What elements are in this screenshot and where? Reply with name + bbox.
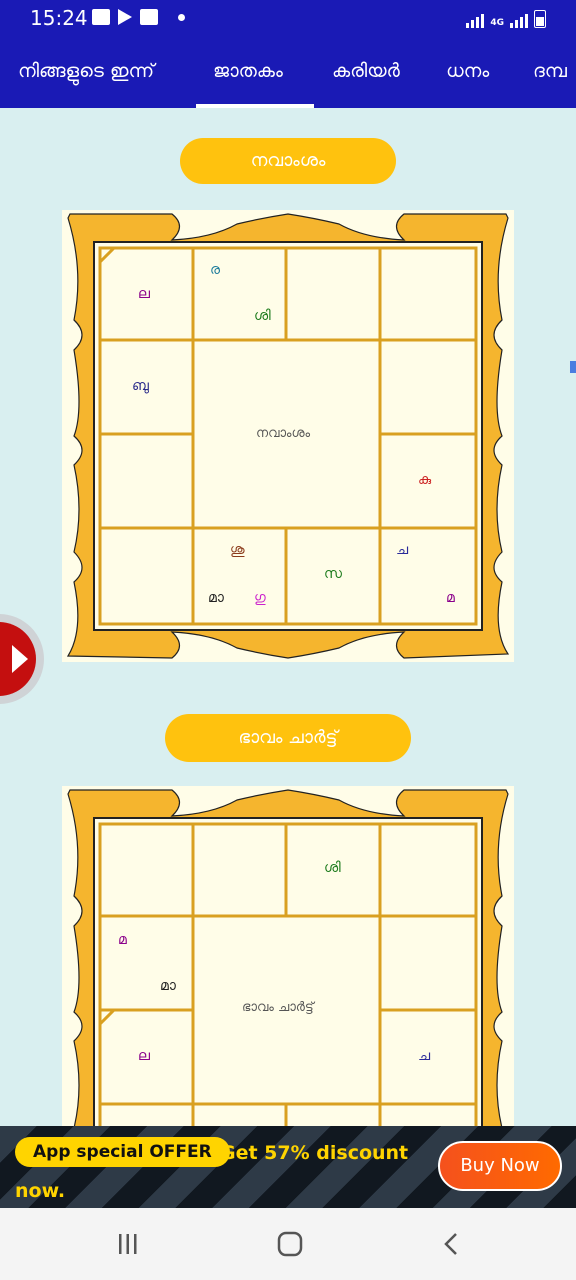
tab-bar: നിങ്ങളുടെ ഇന്ന് ജാതകം കരിയർ ധനം ദമ്പ: [0, 36, 576, 108]
chart1-planet-moon: ച: [396, 542, 409, 558]
chart2-planet-saturn: ശി: [324, 860, 341, 876]
chart1-planet-ascendant: ല: [138, 286, 150, 302]
chart1-planet-mandi: മാ: [208, 590, 224, 606]
battery-icon: [534, 10, 546, 28]
chart1-planet-gulika: മ: [446, 590, 455, 606]
offer-badge: App special OFFER: [15, 1137, 230, 1167]
chart2-planet-gulika: മ: [118, 932, 127, 948]
navamsa-heading: നവാംശം: [180, 138, 396, 184]
home-icon[interactable]: [276, 1228, 304, 1260]
youtube-icon: [140, 9, 158, 25]
chart2-planet-mandi: മാ: [160, 978, 176, 994]
back-icon[interactable]: [440, 1228, 464, 1260]
discount-text: Get 57% discount: [220, 1142, 409, 1164]
floating-play-button[interactable]: [0, 612, 52, 706]
discount-text-line2: now.: [15, 1180, 66, 1202]
scroll-edge-marker: [570, 361, 576, 373]
navamsa-chart: ല ര ശി ബു കു ശു മാ ഗു സ ച മ നവാംശം: [62, 210, 514, 662]
system-icons: 4G: [466, 10, 546, 28]
chart1-planet-sun: സ: [324, 566, 342, 582]
buy-now-button[interactable]: Buy Now: [438, 1141, 562, 1191]
tab-career[interactable]: കരിയർ: [332, 60, 400, 82]
signal-icon: [466, 14, 485, 28]
chart2-frame-graphic: [62, 786, 514, 1126]
chart1-planet-jupiter: ഗു: [254, 590, 266, 606]
tab-today[interactable]: നിങ്ങളുടെ ഇന്ന്: [18, 60, 154, 82]
offer-banner: App special OFFER Get 57% discount now. …: [0, 1126, 576, 1208]
selected-tab-indicator: [196, 104, 314, 108]
play-icon: [0, 614, 44, 704]
notification-icons: [92, 9, 158, 25]
gallery-icon: [92, 9, 110, 25]
status-time: 15:24: [30, 6, 88, 30]
signal-icon-2: [510, 14, 528, 28]
chart1-planet-mercury: ബു: [132, 378, 149, 394]
chart1-planet-venus: ശു: [230, 542, 245, 558]
tab-horoscope[interactable]: ജാതകം: [213, 60, 283, 82]
chart1-planet-saturn: ശി: [254, 308, 271, 324]
chart2-planet-ascendant: ല: [138, 1048, 150, 1064]
chart1-center-label: നവാംശം: [256, 426, 311, 441]
chart2-planet-moon: ച: [418, 1048, 431, 1064]
tab-wealth[interactable]: ധനം: [446, 60, 489, 82]
chart2-center-label: ഭാവം ചാർട്ട്: [242, 1000, 314, 1015]
recent-apps-icon[interactable]: [116, 1228, 140, 1260]
system-navigation-bar: [0, 1208, 576, 1280]
chart1-planet-mars: കു: [418, 472, 432, 488]
more-notifications-dot: [178, 14, 185, 21]
bhava-chart: ശി മ മാ ല ച ഭാവം ചാർട്ട്: [62, 786, 514, 1126]
chart1-planet-rahu: ര: [210, 262, 221, 278]
bhava-chart-heading: ഭാവം ചാർട്ട്: [165, 714, 411, 762]
network-type: 4G: [490, 18, 504, 28]
status-bar: 15:24 4G: [0, 0, 576, 36]
tab-marriage[interactable]: ദമ്പ: [533, 60, 567, 82]
play-store-icon: [118, 9, 132, 25]
